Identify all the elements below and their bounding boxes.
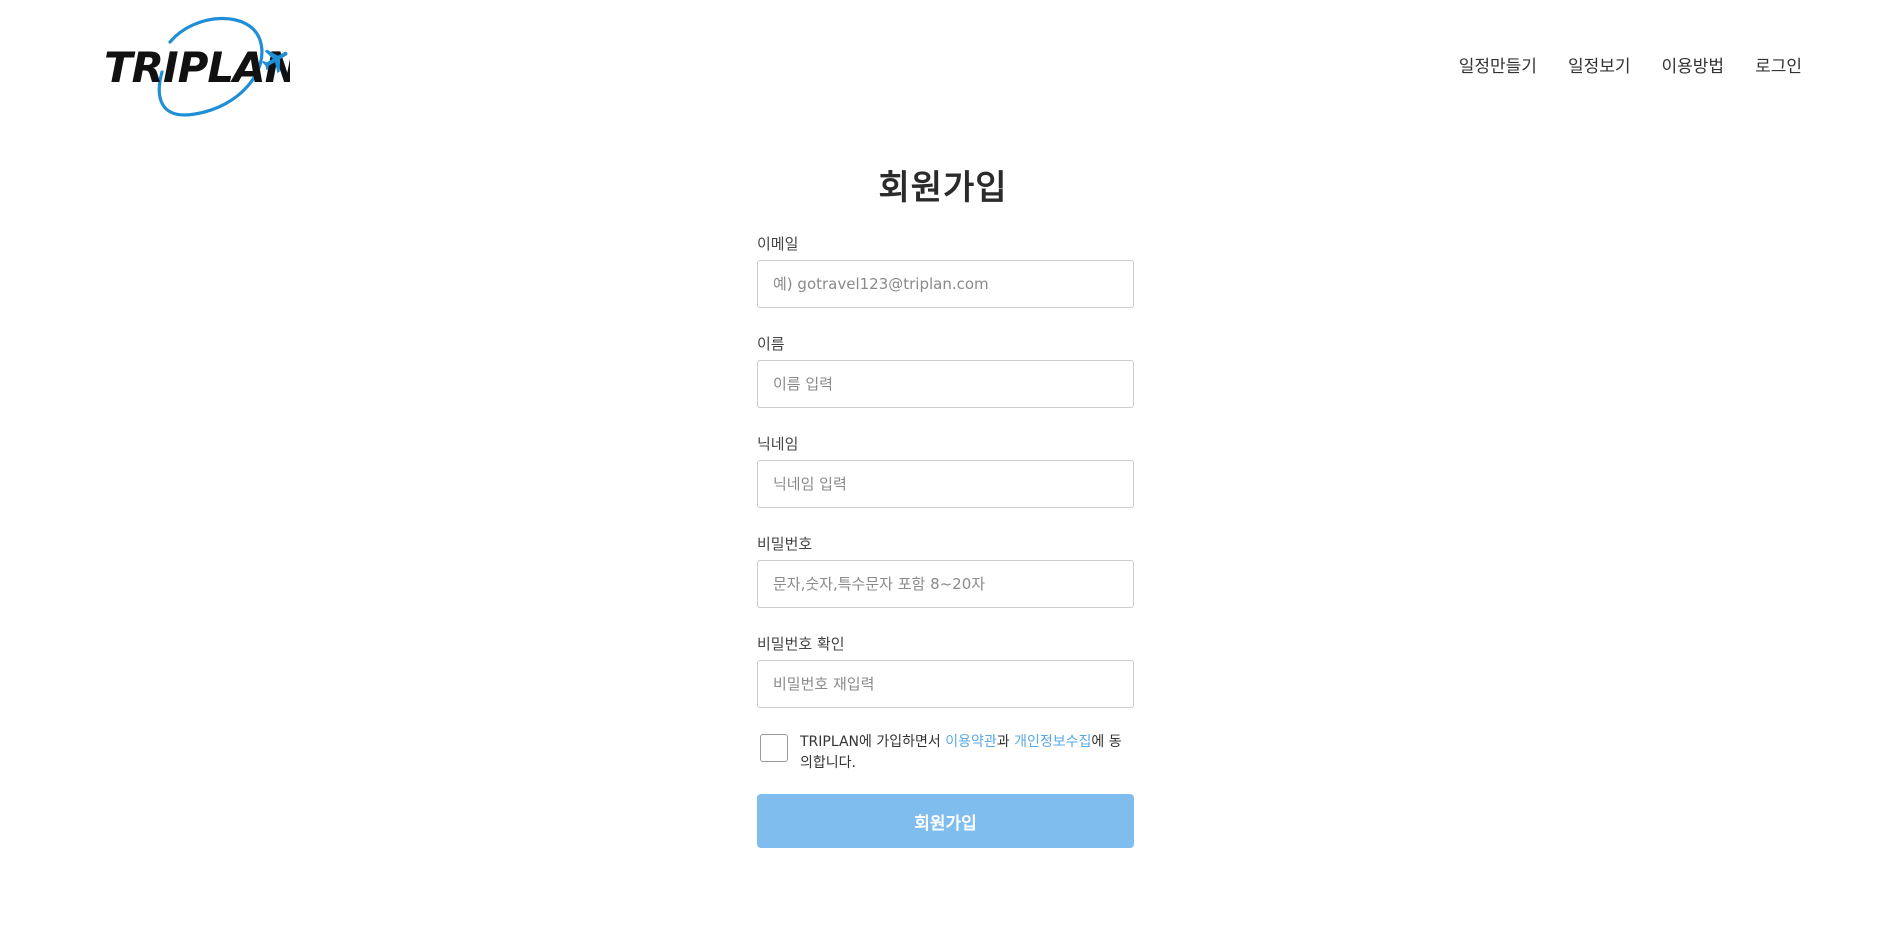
nav-create-schedule[interactable]: 일정만들기: [1459, 52, 1537, 77]
name-input[interactable]: [757, 360, 1134, 408]
agreement-conj: 과: [996, 734, 1015, 750]
nickname-label: 닉네임: [757, 435, 799, 453]
agreement-row: TRIPLAN에 가입하면서 이용약관과 개인정보수집에 동의합니다.: [757, 732, 1134, 774]
airplane-icon: [261, 49, 288, 74]
nickname-input[interactable]: [757, 460, 1134, 508]
agreement-checkbox[interactable]: [760, 734, 788, 762]
password-input[interactable]: [757, 560, 1134, 608]
signup-submit-button[interactable]: 회원가입: [757, 794, 1134, 848]
email-label: 이메일: [757, 235, 799, 253]
name-label: 이름: [757, 335, 785, 353]
agreement-text: TRIPLAN에 가입하면서 이용약관과 개인정보수집에 동의합니다.: [800, 732, 1134, 774]
email-input[interactable]: [757, 260, 1134, 308]
agreement-prefix: TRIPLAN에 가입하면서: [800, 734, 946, 750]
nav-view-schedule[interactable]: 일정보기: [1568, 52, 1631, 77]
nav-login[interactable]: 로그인: [1755, 52, 1802, 77]
signup-page: TRIPLAN 일정만들기 일정보기 이용방법 로그인 회원가입 이메일 이름 …: [0, 0, 1886, 928]
password-confirm-input[interactable]: [757, 660, 1134, 708]
terms-link[interactable]: 이용약관: [945, 734, 997, 750]
main-nav: 일정만들기 일정보기 이용방법 로그인: [1459, 52, 1802, 77]
password-label: 비밀번호: [757, 535, 813, 553]
page-title: 회원가입: [878, 168, 1008, 208]
nav-how-to-use[interactable]: 이용방법: [1662, 52, 1725, 77]
signup-form: 이메일 이름 닉네임 비밀번호 비밀번호 확인 TRIPLAN에 가입하면서 이…: [757, 232, 1134, 848]
password-confirm-label: 비밀번호 확인: [757, 635, 845, 653]
triplan-logo[interactable]: TRIPLAN: [100, 12, 290, 118]
privacy-link[interactable]: 개인정보수집: [1014, 734, 1091, 750]
